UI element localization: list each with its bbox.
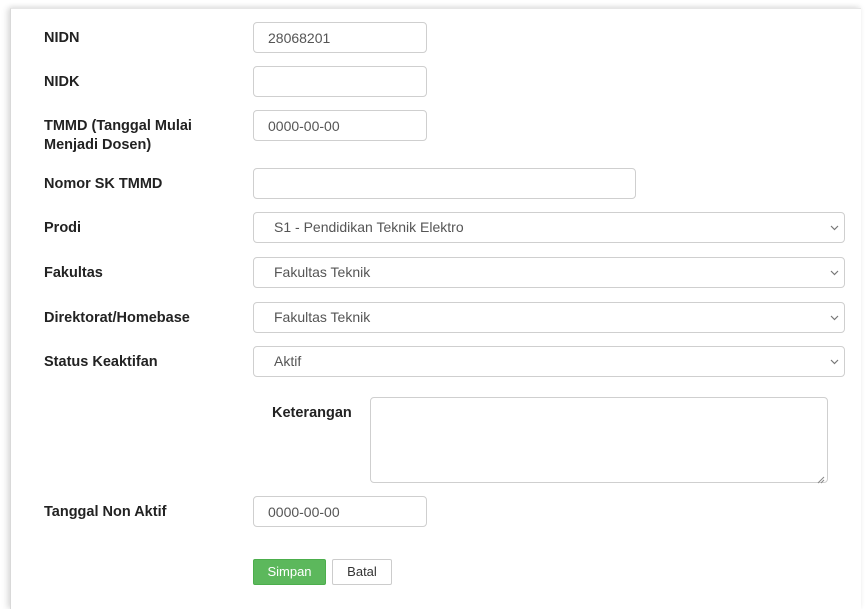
direktorat-select[interactable]: Fakultas Teknik [253, 302, 845, 333]
chevron-down-icon [828, 347, 840, 376]
tmmd-label-line2: Menjadi Dosen) [44, 137, 152, 153]
prodi-label: Prodi [44, 220, 82, 236]
keterangan-textarea[interactable] [370, 397, 828, 484]
chevron-down-icon [828, 258, 840, 287]
status-select-value: Aktif [274, 353, 302, 369]
fakultas-label: Fakultas [44, 265, 103, 281]
cancel-button[interactable]: Batal [332, 559, 392, 585]
status-select[interactable]: Aktif [253, 346, 845, 377]
chevron-down-icon [828, 303, 840, 332]
nidn-input[interactable] [253, 22, 427, 53]
status-label: Status Keaktifan [44, 354, 158, 370]
prodi-select-value: S1 - Pendidikan Teknik Elektro [274, 219, 464, 235]
tanggal-non-aktif-input[interactable] [253, 496, 427, 527]
chevron-down-icon [828, 213, 840, 242]
nidk-input[interactable] [253, 66, 427, 97]
keterangan-label: Keterangan [272, 405, 352, 421]
tanggal-non-aktif-label: Tanggal Non Aktif [44, 504, 167, 520]
save-button[interactable]: Simpan [253, 559, 326, 585]
fakultas-select-value: Fakultas Teknik [274, 264, 371, 280]
tmmd-date-input[interactable] [253, 110, 427, 141]
resize-handle-icon[interactable] [816, 471, 825, 484]
nidn-label: NIDN [44, 30, 80, 46]
nidk-label: NIDK [44, 74, 80, 90]
tmmd-label-line1: TMMD (Tanggal Mulai [44, 118, 192, 134]
nomor-sk-label: Nomor SK TMMD [44, 176, 163, 192]
direktorat-label: Direktorat/Homebase [44, 310, 190, 326]
nomor-sk-input[interactable] [253, 168, 636, 199]
fakultas-select[interactable]: Fakultas Teknik [253, 257, 845, 288]
tmmd-label: TMMD (Tanggal Mulai Menjadi Dosen) [44, 117, 192, 155]
prodi-select[interactable]: S1 - Pendidikan Teknik Elektro [253, 212, 845, 243]
direktorat-select-value: Fakultas Teknik [274, 309, 371, 325]
